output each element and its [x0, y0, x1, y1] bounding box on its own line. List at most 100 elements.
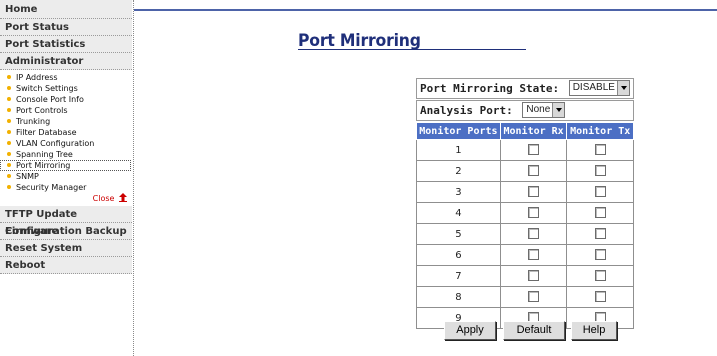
- table-row: 5: [416, 223, 634, 245]
- mirroring-state-label: Port Mirroring State:: [420, 82, 560, 95]
- monitor-rx-checkbox[interactable]: [528, 207, 540, 219]
- submenu-label: IP Address: [16, 73, 58, 82]
- submenu-label: Trunking: [16, 117, 51, 126]
- monitor-rx-checkbox[interactable]: [528, 249, 540, 261]
- table-row: 3: [416, 181, 634, 203]
- bullet-icon: [7, 85, 11, 90]
- port-mirroring-form: Port Mirroring State: DISABLE Analysis P…: [416, 78, 634, 329]
- submenu-label: Port Mirroring: [16, 161, 71, 170]
- monitor-tx-checkbox[interactable]: [594, 186, 606, 198]
- column-header-monitor-tx: Monitor Tx: [566, 122, 634, 140]
- menu-reset-system[interactable]: Reset System: [0, 240, 132, 257]
- port-number: 1: [416, 139, 501, 161]
- submenu-trunking[interactable]: Trunking: [0, 116, 133, 127]
- close-label: Close: [92, 194, 115, 203]
- bullet-icon: [7, 118, 11, 123]
- table-row: 7: [416, 265, 634, 287]
- table-row: 8: [416, 286, 634, 308]
- menu-administrator[interactable]: Administrator: [0, 53, 132, 70]
- port-number: 3: [416, 181, 501, 203]
- menu-home[interactable]: Home: [0, 0, 132, 19]
- title-underline: [298, 49, 526, 50]
- bullet-icon: [7, 173, 11, 178]
- table-row: 1: [416, 139, 634, 161]
- default-button[interactable]: Default: [503, 321, 565, 340]
- submenu-spanning-tree[interactable]: Spanning Tree: [0, 149, 133, 160]
- monitor-rx-checkbox[interactable]: [528, 291, 540, 303]
- menu-tftp-update-firmware[interactable]: TFTP Update Firmware: [0, 206, 132, 237]
- monitor-tx-checkbox[interactable]: [594, 249, 606, 261]
- submenu-label: VLAN Configuration: [16, 139, 95, 148]
- port-number: 7: [416, 265, 501, 287]
- port-number: 2: [416, 160, 501, 182]
- monitor-tx-checkbox[interactable]: [594, 291, 606, 303]
- submenu-port-controls[interactable]: Port Controls: [0, 105, 133, 116]
- table-row: 4: [416, 202, 634, 224]
- bullet-icon: [7, 151, 11, 156]
- monitor-ports-table: Monitor Ports Monitor Rx Monitor Tx 1 2 …: [416, 122, 634, 329]
- submenu-port-mirroring[interactable]: Port Mirroring: [0, 160, 131, 171]
- port-number: 4: [416, 202, 501, 224]
- bullet-icon: [7, 74, 11, 79]
- table-header-row: Monitor Ports Monitor Rx Monitor Tx: [416, 122, 634, 140]
- monitor-rx-checkbox[interactable]: [528, 270, 540, 282]
- analysis-port-label: Analysis Port:: [420, 104, 513, 117]
- monitor-tx-checkbox[interactable]: [594, 270, 606, 282]
- monitor-tx-checkbox[interactable]: [594, 144, 606, 156]
- menu-reboot[interactable]: Reboot: [0, 257, 132, 274]
- bullet-icon: [7, 107, 11, 112]
- analysis-port-row: Analysis Port: None: [416, 100, 634, 121]
- menu-port-status[interactable]: Port Status: [0, 19, 132, 36]
- page-title: Port Mirroring: [298, 31, 421, 51]
- monitor-tx-checkbox[interactable]: [594, 165, 606, 177]
- submenu-console-port-info[interactable]: Console Port Info: [0, 94, 133, 105]
- mirroring-state-row: Port Mirroring State: DISABLE: [416, 78, 634, 99]
- monitor-rx-checkbox[interactable]: [528, 144, 540, 156]
- dropdown-arrow-icon: [552, 103, 565, 117]
- arrow-up-icon: [119, 193, 127, 202]
- monitor-tx-checkbox[interactable]: [594, 207, 606, 219]
- monitor-rx-checkbox[interactable]: [528, 186, 540, 198]
- analysis-port-value: None: [526, 104, 551, 115]
- administrator-submenu: IP Address Switch Settings Console Port …: [0, 70, 133, 206]
- column-header-monitor-ports: Monitor Ports: [416, 122, 501, 140]
- port-number: 5: [416, 223, 501, 245]
- monitor-rx-checkbox[interactable]: [528, 228, 540, 240]
- analysis-port-select[interactable]: None: [522, 102, 566, 118]
- monitor-rx-checkbox[interactable]: [528, 165, 540, 177]
- sidebar: Home Port Status Port Statistics Adminis…: [0, 0, 134, 356]
- table-row: 6: [416, 244, 634, 266]
- submenu-label: Console Port Info: [16, 95, 84, 104]
- bullet-icon: [7, 162, 11, 167]
- action-buttons: Apply Default Help: [417, 321, 617, 341]
- mirroring-state-value: DISABLE: [572, 82, 615, 93]
- submenu-switch-settings[interactable]: Switch Settings: [0, 83, 133, 94]
- bullet-icon: [7, 129, 11, 134]
- bullet-icon: [7, 96, 11, 101]
- monitor-tx-checkbox[interactable]: [594, 228, 606, 240]
- bullet-icon: [7, 140, 11, 145]
- submenu-label: Switch Settings: [16, 84, 78, 93]
- close-submenu-link[interactable]: Close: [0, 193, 133, 205]
- mirroring-state-select[interactable]: DISABLE: [568, 80, 630, 96]
- submenu-ip-address[interactable]: IP Address: [0, 72, 133, 83]
- submenu-filter-database[interactable]: Filter Database: [0, 127, 133, 138]
- submenu-security-manager[interactable]: Security Manager: [0, 182, 133, 193]
- submenu-label: Port Controls: [16, 106, 68, 115]
- column-header-monitor-rx: Monitor Rx: [499, 122, 568, 140]
- table-row: 2: [416, 160, 634, 182]
- menu-port-statistics[interactable]: Port Statistics: [0, 36, 132, 53]
- apply-button[interactable]: Apply: [444, 321, 496, 340]
- submenu-label: SNMP: [16, 172, 39, 181]
- menu-configuration-backup[interactable]: Configuration Backup: [0, 223, 132, 240]
- submenu-label: Spanning Tree: [16, 150, 73, 159]
- submenu-label: Filter Database: [16, 128, 77, 137]
- submenu-snmp[interactable]: SNMP: [0, 171, 133, 182]
- header-rule: [134, 9, 717, 11]
- submenu-label: Security Manager: [16, 183, 87, 192]
- help-button[interactable]: Help: [571, 321, 617, 340]
- port-number: 8: [416, 286, 501, 308]
- port-number: 6: [416, 244, 501, 266]
- submenu-vlan-configuration[interactable]: VLAN Configuration: [0, 138, 133, 149]
- dropdown-arrow-icon: [616, 81, 629, 95]
